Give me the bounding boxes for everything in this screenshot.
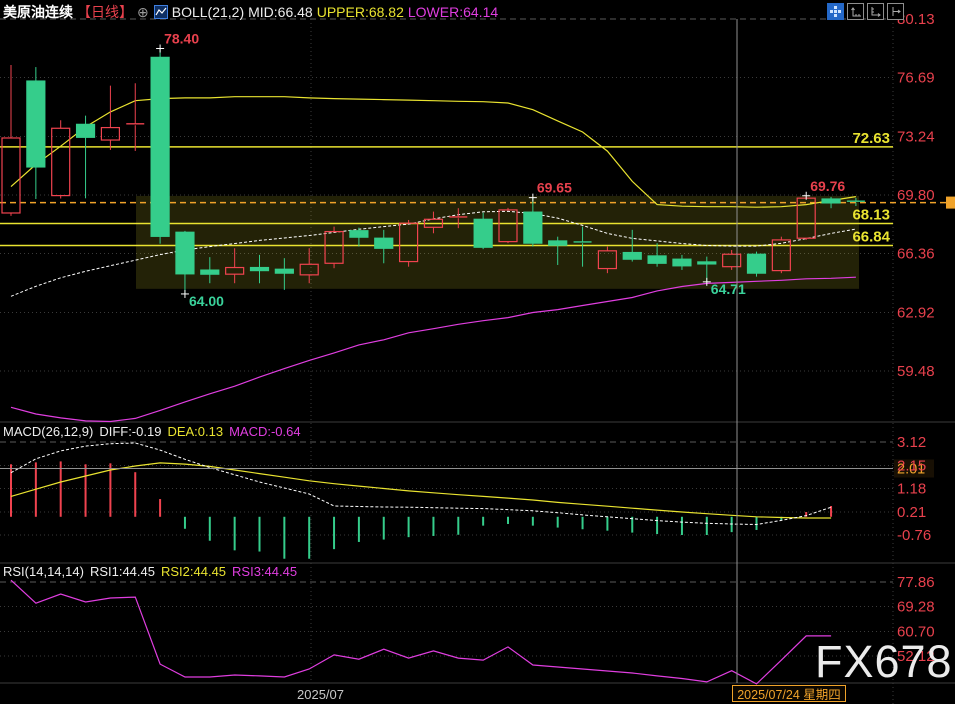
watermark-fx678: FX678	[815, 636, 953, 688]
price-axis-scale-icon[interactable]	[847, 3, 864, 20]
svg-text:73.24: 73.24	[897, 128, 935, 145]
macd-header: MACD(26,12,9) DIFF:-0.19 DEA:0.13 MACD:-0.6…	[3, 424, 307, 439]
svg-text:59.48: 59.48	[897, 363, 935, 380]
macd-macd-value: MACD:-0.64	[229, 424, 301, 439]
time-axis-month-label: 2025/07	[297, 687, 344, 702]
macd-diff-value: DIFF:-0.19	[99, 424, 161, 439]
circle-plus-icon[interactable]: ⊕	[137, 4, 149, 20]
svg-text:72.63: 72.63	[852, 130, 890, 147]
boll-mid-value: MID:66.48	[248, 4, 313, 20]
svg-text:76.69: 76.69	[897, 70, 935, 87]
boll-indicator-label[interactable]: BOLL(21,2)	[172, 4, 244, 20]
svg-text:66.36: 66.36	[897, 246, 935, 263]
svg-text:78.40: 78.40	[164, 30, 199, 46]
gridlines	[0, 19, 955, 704]
indicator-chart-icon[interactable]	[154, 5, 168, 22]
macd-indicator-label[interactable]: MACD(26,12,9)	[3, 424, 93, 439]
rsi-indicator-label[interactable]: RSI(14,14,14)	[3, 564, 84, 579]
price-axis-labels: 80.1376.6973.2469.8066.3662.9259.483.122…	[852, 11, 934, 665]
svg-text:68.13: 68.13	[852, 207, 890, 224]
svg-text:66.84: 66.84	[852, 229, 890, 246]
svg-text:-0.76: -0.76	[897, 527, 931, 544]
rsi-pane	[11, 580, 831, 684]
macd-dea-value: DEA:0.13	[167, 424, 223, 439]
svg-text:69.65: 69.65	[537, 180, 572, 196]
rsi-header: RSI(14,14,14) RSI1:44.45 RSI2:44.45 RSI3:44…	[3, 564, 303, 579]
svg-text:69.80: 69.80	[897, 187, 935, 204]
svg-text:3.12: 3.12	[897, 434, 926, 451]
chart-toolbar	[827, 3, 904, 20]
svg-text:69.76: 69.76	[810, 178, 845, 194]
svg-text:62.92: 62.92	[897, 304, 935, 321]
chart-app-window: 78.4064.0069.6564.7169.76 2.01 80.1376.6…	[0, 0, 955, 704]
rsi1-value: RSI1:44.45	[90, 564, 155, 579]
chart-canvas[interactable]: 78.4064.0069.6564.7169.76 2.01 80.1376.6…	[0, 0, 955, 704]
svg-text:2.15: 2.15	[897, 457, 926, 474]
svg-text:1.18: 1.18	[897, 481, 926, 498]
pan-right-icon[interactable]	[887, 3, 904, 20]
macd-pane	[11, 443, 831, 559]
rsi2-value: RSI2:44.45	[161, 564, 226, 579]
svg-text:64.71: 64.71	[711, 281, 746, 297]
main-header: 美原油连续【日线】⊕ BOLL(21,2)MID:66.48UPPER:68.82…	[3, 2, 502, 22]
boll-upper-value: UPPER:68.82	[317, 4, 404, 20]
svg-text:0.21: 0.21	[897, 504, 926, 521]
crosshair: 2.01	[0, 19, 934, 683]
symbol-name: 美原油连续	[3, 4, 73, 20]
crosshair-tool-icon[interactable]	[827, 3, 844, 20]
svg-text:64.00: 64.00	[189, 293, 224, 309]
rsi3-value: RSI3:44.45	[232, 564, 297, 579]
period-label[interactable]: 【日线】	[77, 4, 133, 20]
svg-text:77.86: 77.86	[897, 574, 935, 591]
svg-text:69.28: 69.28	[897, 599, 935, 616]
time-axis-scale-icon[interactable]	[867, 3, 884, 20]
boll-lower-value: LOWER:64.14	[408, 4, 498, 20]
